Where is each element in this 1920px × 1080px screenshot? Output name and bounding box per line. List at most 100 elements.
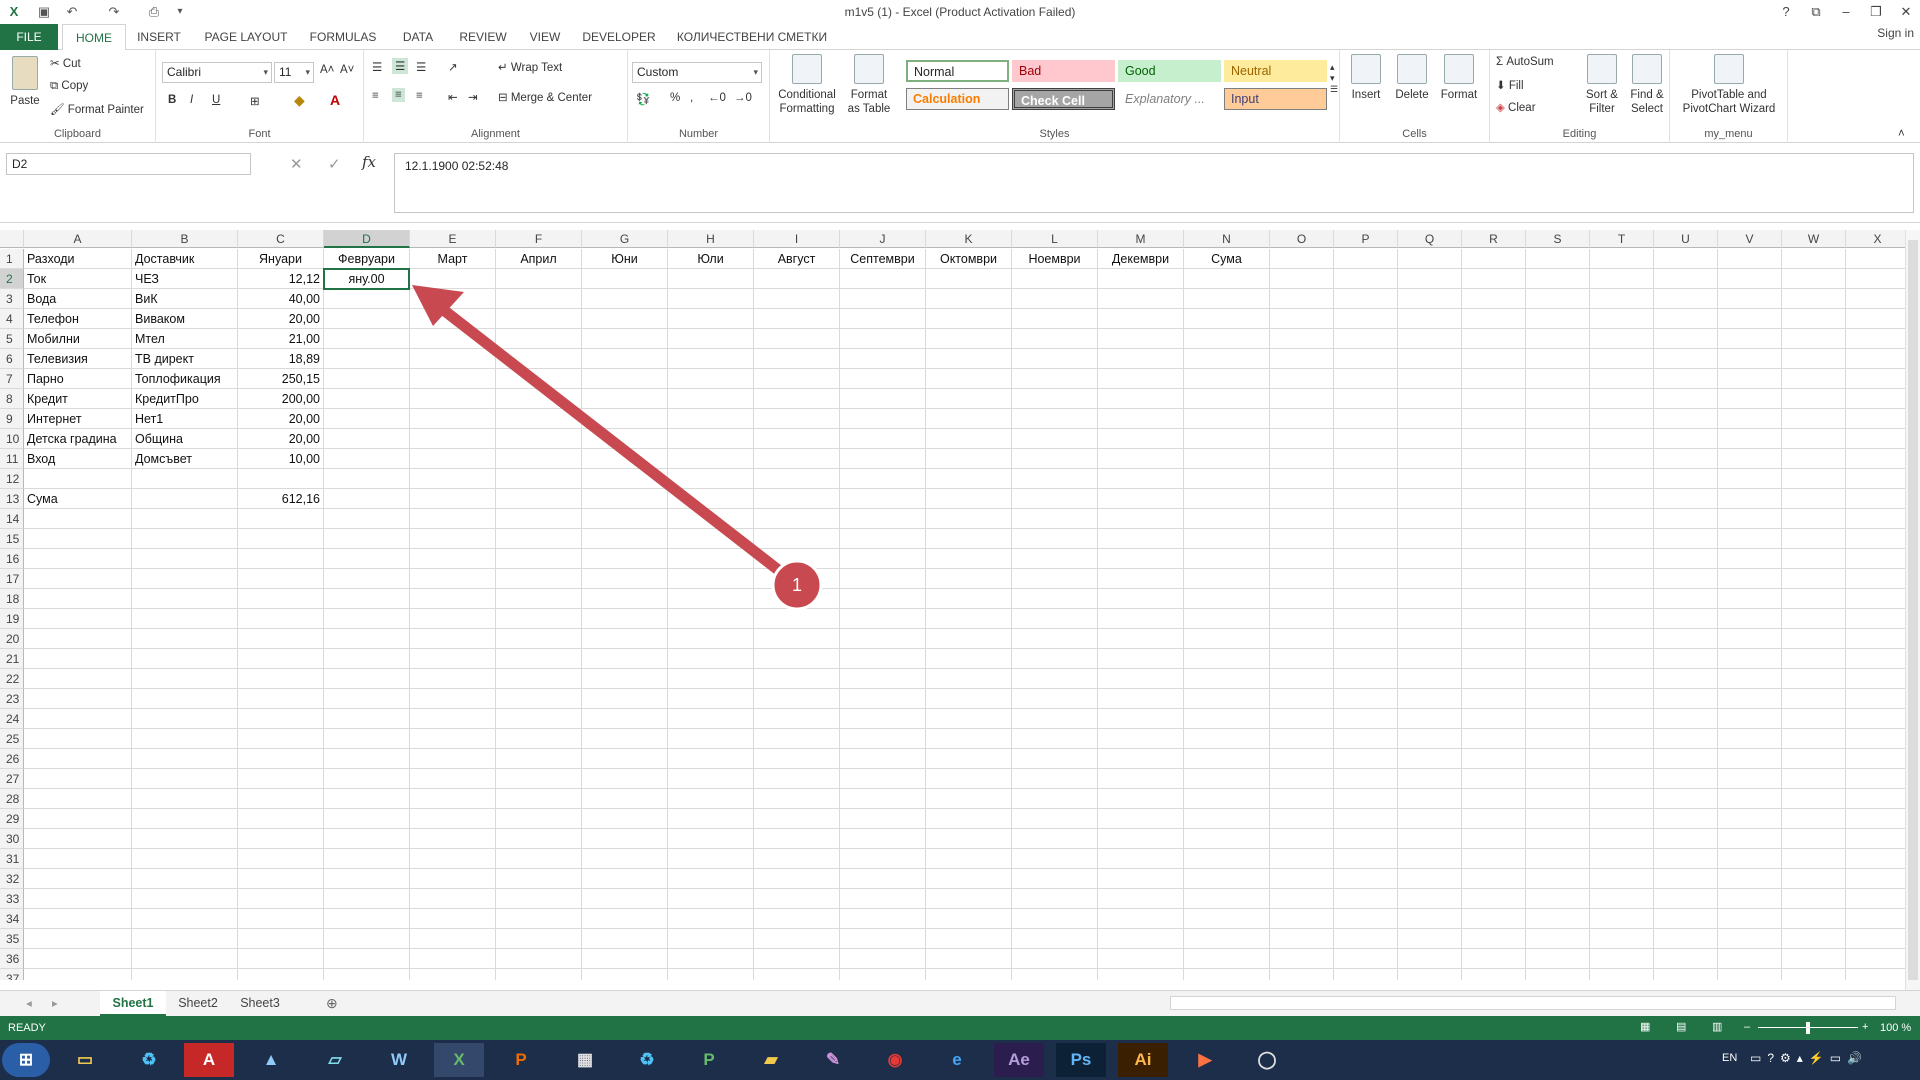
- cell-C21[interactable]: [238, 649, 324, 669]
- cell-U19[interactable]: [1654, 609, 1718, 629]
- cell-H2[interactable]: [668, 269, 754, 289]
- cell-X7[interactable]: [1846, 369, 1905, 389]
- cell-B37[interactable]: [132, 969, 238, 980]
- cell-B16[interactable]: [132, 549, 238, 569]
- cell-R1[interactable]: [1462, 249, 1526, 269]
- cell-Q28[interactable]: [1398, 789, 1462, 809]
- cell-U2[interactable]: [1654, 269, 1718, 289]
- cell-J5[interactable]: [840, 329, 926, 349]
- cell-H14[interactable]: [668, 509, 754, 529]
- cell-D22[interactable]: [324, 669, 410, 689]
- cell-F23[interactable]: [496, 689, 582, 709]
- cell-O11[interactable]: [1270, 449, 1334, 469]
- cell-T15[interactable]: [1590, 529, 1654, 549]
- cell-W33[interactable]: [1782, 889, 1846, 909]
- cell-O10[interactable]: [1270, 429, 1334, 449]
- cell-K3[interactable]: [926, 289, 1012, 309]
- cell-E25[interactable]: [410, 729, 496, 749]
- cell-K16[interactable]: [926, 549, 1012, 569]
- cell-S3[interactable]: [1526, 289, 1590, 309]
- cell-H6[interactable]: [668, 349, 754, 369]
- cell-I16[interactable]: [754, 549, 840, 569]
- cell-Q23[interactable]: [1398, 689, 1462, 709]
- cell-K17[interactable]: [926, 569, 1012, 589]
- cell-G25[interactable]: [582, 729, 668, 749]
- cell-P30[interactable]: [1334, 829, 1398, 849]
- cell-I13[interactable]: [754, 489, 840, 509]
- cell-S36[interactable]: [1526, 949, 1590, 969]
- sort-filter-button[interactable]: Sort & Filter: [1582, 54, 1622, 116]
- cell-D9[interactable]: [324, 409, 410, 429]
- cell-N16[interactable]: [1184, 549, 1270, 569]
- column-header[interactable]: X: [1846, 230, 1905, 248]
- cell-X30[interactable]: [1846, 829, 1905, 849]
- cell-B24[interactable]: [132, 709, 238, 729]
- cell-E27[interactable]: [410, 769, 496, 789]
- cell-B26[interactable]: [132, 749, 238, 769]
- cell-E20[interactable]: [410, 629, 496, 649]
- cell-M33[interactable]: [1098, 889, 1184, 909]
- increase-decimal-icon[interactable]: ←0: [708, 92, 726, 104]
- style-check-cell[interactable]: Check Cell: [1012, 88, 1115, 110]
- cell-U9[interactable]: [1654, 409, 1718, 429]
- cell-C31[interactable]: [238, 849, 324, 869]
- cell-S21[interactable]: [1526, 649, 1590, 669]
- cell-Q30[interactable]: [1398, 829, 1462, 849]
- cell-F16[interactable]: [496, 549, 582, 569]
- cell-W14[interactable]: [1782, 509, 1846, 529]
- cell-Q20[interactable]: [1398, 629, 1462, 649]
- cell-S9[interactable]: [1526, 409, 1590, 429]
- row-header[interactable]: 27: [0, 769, 24, 789]
- cell-H37[interactable]: [668, 969, 754, 980]
- cell-Q31[interactable]: [1398, 849, 1462, 869]
- cell-K18[interactable]: [926, 589, 1012, 609]
- cell-R4[interactable]: [1462, 309, 1526, 329]
- cell-H5[interactable]: [668, 329, 754, 349]
- cell-T20[interactable]: [1590, 629, 1654, 649]
- cell-K23[interactable]: [926, 689, 1012, 709]
- cell-M10[interactable]: [1098, 429, 1184, 449]
- cell-W5[interactable]: [1782, 329, 1846, 349]
- cell-N8[interactable]: [1184, 389, 1270, 409]
- cell-P11[interactable]: [1334, 449, 1398, 469]
- cell-T5[interactable]: [1590, 329, 1654, 349]
- cell-W10[interactable]: [1782, 429, 1846, 449]
- cell-C25[interactable]: [238, 729, 324, 749]
- cell-T14[interactable]: [1590, 509, 1654, 529]
- cell-K24[interactable]: [926, 709, 1012, 729]
- cell-X22[interactable]: [1846, 669, 1905, 689]
- page-break-view-icon[interactable]: ▥: [1712, 1020, 1722, 1033]
- cell-V9[interactable]: [1718, 409, 1782, 429]
- cell-A31[interactable]: [24, 849, 132, 869]
- cell-T10[interactable]: [1590, 429, 1654, 449]
- cell-X20[interactable]: [1846, 629, 1905, 649]
- cell-B5[interactable]: Мтел: [132, 329, 238, 349]
- cell-T30[interactable]: [1590, 829, 1654, 849]
- cell-W11[interactable]: [1782, 449, 1846, 469]
- cell-V35[interactable]: [1718, 929, 1782, 949]
- cell-S29[interactable]: [1526, 809, 1590, 829]
- cell-X5[interactable]: [1846, 329, 1905, 349]
- cell-K20[interactable]: [926, 629, 1012, 649]
- cell-S8[interactable]: [1526, 389, 1590, 409]
- cell-G6[interactable]: [582, 349, 668, 369]
- cell-S1[interactable]: [1526, 249, 1590, 269]
- cell-Q24[interactable]: [1398, 709, 1462, 729]
- cell-M24[interactable]: [1098, 709, 1184, 729]
- cell-I21[interactable]: [754, 649, 840, 669]
- tab-data[interactable]: DATA: [392, 24, 444, 50]
- cell-F11[interactable]: [496, 449, 582, 469]
- help-icon[interactable]: ?: [1773, 2, 1799, 22]
- row-header[interactable]: 9: [0, 409, 24, 429]
- cell-J37[interactable]: [840, 969, 926, 980]
- cell-G28[interactable]: [582, 789, 668, 809]
- cell-F30[interactable]: [496, 829, 582, 849]
- cell-G36[interactable]: [582, 949, 668, 969]
- cell-P15[interactable]: [1334, 529, 1398, 549]
- cell-A22[interactable]: [24, 669, 132, 689]
- cell-P25[interactable]: [1334, 729, 1398, 749]
- cell-Q32[interactable]: [1398, 869, 1462, 889]
- cell-O23[interactable]: [1270, 689, 1334, 709]
- cell-H1[interactable]: Юли: [668, 249, 754, 269]
- cell-R16[interactable]: [1462, 549, 1526, 569]
